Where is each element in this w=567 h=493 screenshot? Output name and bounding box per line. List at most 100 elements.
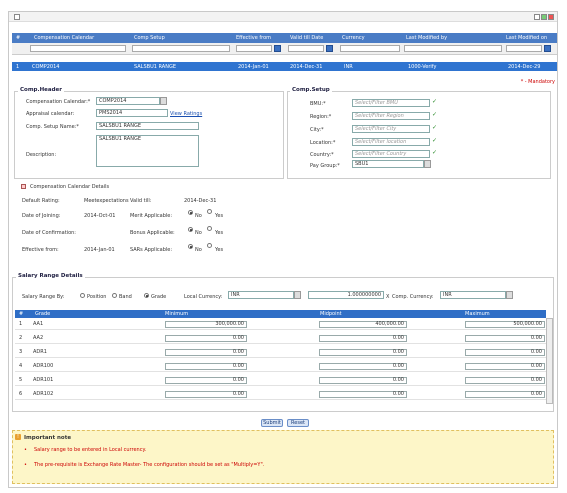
doj-value: 2014-Oct-01 (84, 213, 116, 219)
check-icon: ✓ (432, 98, 438, 105)
col-calendar[interactable]: Compensation Calendar (34, 35, 94, 41)
grid-row-selected[interactable]: 1 COMP2014 SALSBU1 RANGE 2014-Jan-01 201… (12, 62, 557, 71)
local-currency-select[interactable]: INR (228, 291, 294, 299)
note-title: Important note (24, 435, 72, 441)
sars-label: SARs Applicable: (130, 247, 173, 253)
multiply-symbol: X (386, 294, 390, 300)
region-input[interactable]: Select/Filter Region (352, 112, 430, 120)
merit-no-radio[interactable] (188, 210, 193, 215)
midpoint-input[interactable]: 400,000.00 (319, 321, 407, 328)
row-currency: INR (344, 64, 353, 70)
maximum-input[interactable]: 500,000.00 (465, 321, 545, 328)
collapse-icon[interactable] (14, 14, 20, 20)
filter-modified-by-input[interactable] (404, 45, 502, 52)
maximum-input[interactable]: 0.00 (465, 391, 545, 398)
bmu-input[interactable]: Select/Filter BMU (352, 99, 430, 107)
important-note-box (12, 430, 554, 484)
table-row: 2 AA2 0.00 0.00 0.00 (15, 334, 546, 344)
row-number: 6 (19, 391, 23, 397)
submit-button[interactable]: Submit (261, 419, 283, 427)
filter-modified-on-input[interactable] (506, 45, 542, 52)
warning-icon: ! (15, 434, 21, 440)
bmu-label: BMU:* (310, 101, 326, 107)
minimum-input[interactable]: 0.00 (165, 391, 247, 398)
table-row: 3 ADR1 0.00 0.00 0.00 (15, 348, 546, 358)
dropdown-icon[interactable] (506, 291, 513, 299)
filter-valid-input[interactable] (288, 45, 324, 52)
export-icon[interactable] (534, 14, 540, 20)
comp-currency-select[interactable]: INR (440, 291, 506, 299)
sars-yes-radio[interactable] (207, 243, 212, 248)
calendar-icon[interactable] (274, 45, 281, 52)
city-label: City:* (310, 127, 324, 133)
filter-effective-input[interactable] (236, 45, 272, 52)
comp-setup-title: Comp.Setup (290, 87, 332, 93)
bonus-no-radio[interactable] (188, 227, 193, 232)
table-scrollbar[interactable] (546, 318, 553, 404)
valid-till-value: 2014-Dec-31 (184, 198, 217, 204)
eff-label: Effective from: (22, 247, 59, 253)
midpoint-input[interactable]: 0.00 (319, 391, 407, 398)
sars-no-radio[interactable] (188, 244, 193, 249)
table-row: 1 AA1 300,000.00 400,000.00 500,000.00 (15, 320, 546, 330)
minimum-input[interactable]: 300,000.00 (165, 321, 247, 328)
appraisal-input[interactable]: PMS2014 (96, 109, 168, 117)
midpoint-input[interactable]: 0.00 (319, 335, 407, 342)
band-label: Band (119, 294, 132, 300)
reset-button[interactable]: Reset (287, 419, 309, 427)
location-input[interactable]: Select/Filter location (352, 138, 430, 146)
col-modified-on[interactable]: Last Modified on (506, 35, 547, 41)
midpoint-input[interactable]: 0.00 (319, 377, 407, 384)
setup-name-input[interactable]: SALSBU1 RANGE (96, 122, 199, 130)
filter-currency-input[interactable] (340, 45, 400, 52)
description-textarea[interactable]: SALSBU1 RANGE (96, 135, 199, 167)
calendar-icon[interactable] (326, 45, 333, 52)
col-setup[interactable]: Comp Setup (134, 35, 165, 41)
position-label: Position (87, 294, 107, 300)
eff-value: 2014-Jan-01 (84, 247, 115, 253)
country-input[interactable]: Select/Filter Country (352, 150, 430, 158)
dropdown-icon[interactable] (294, 291, 301, 299)
filter-setup-input[interactable] (132, 45, 230, 52)
pay-group-select[interactable]: SBU1 (352, 160, 424, 168)
col-minimum: Minimum (165, 311, 189, 317)
minimum-input[interactable]: 0.00 (165, 363, 247, 370)
dropdown-icon[interactable] (424, 160, 431, 168)
excel-icon[interactable] (541, 14, 547, 20)
pdf-icon[interactable] (548, 14, 554, 20)
col-valid[interactable]: Valid till Date (290, 35, 323, 41)
merit-yes-radio[interactable] (207, 209, 212, 214)
calendar-icon[interactable] (544, 45, 551, 52)
filter-calendar-input[interactable] (30, 45, 126, 52)
bonus-label: Bonus Applicable: (130, 230, 175, 236)
check-icon: ✓ (432, 124, 438, 131)
comp-header-title: Comp.Header (18, 87, 64, 93)
exchange-rate-input[interactable]: 1.000000000 (308, 291, 384, 299)
city-input[interactable]: Select/Filter City (352, 125, 430, 133)
maximum-input[interactable]: 0.00 (465, 335, 545, 342)
col-effective[interactable]: Effective from (236, 35, 271, 41)
bonus-yes-radio[interactable] (207, 226, 212, 231)
location-label: Location:* (310, 140, 336, 146)
row-number: 2 (19, 335, 23, 341)
midpoint-input[interactable]: 0.00 (319, 363, 407, 370)
position-radio[interactable] (80, 293, 85, 298)
minimum-input[interactable]: 0.00 (165, 377, 247, 384)
view-ratings-link[interactable]: View Ratings (170, 111, 202, 117)
maximum-input[interactable]: 0.00 (465, 377, 545, 384)
calendar-select[interactable]: COMP2014 (96, 97, 160, 105)
bonus-no-label: No (195, 230, 202, 236)
collapse-icon[interactable] (21, 184, 26, 189)
minimum-input[interactable]: 0.00 (165, 349, 247, 356)
maximum-input[interactable]: 0.00 (465, 349, 545, 356)
band-radio[interactable] (112, 293, 117, 298)
col-modified-by[interactable]: Last Modified by (406, 35, 447, 41)
minimum-input[interactable]: 0.00 (165, 335, 247, 342)
dropdown-icon[interactable] (160, 97, 167, 105)
grade-radio[interactable] (144, 293, 149, 298)
grade-label: Grade (151, 294, 167, 300)
midpoint-input[interactable]: 0.00 (319, 349, 407, 356)
maximum-input[interactable]: 0.00 (465, 363, 545, 370)
setup-name-label: Comp. Setup Name:* (26, 124, 79, 130)
col-currency[interactable]: Currency (342, 35, 365, 41)
